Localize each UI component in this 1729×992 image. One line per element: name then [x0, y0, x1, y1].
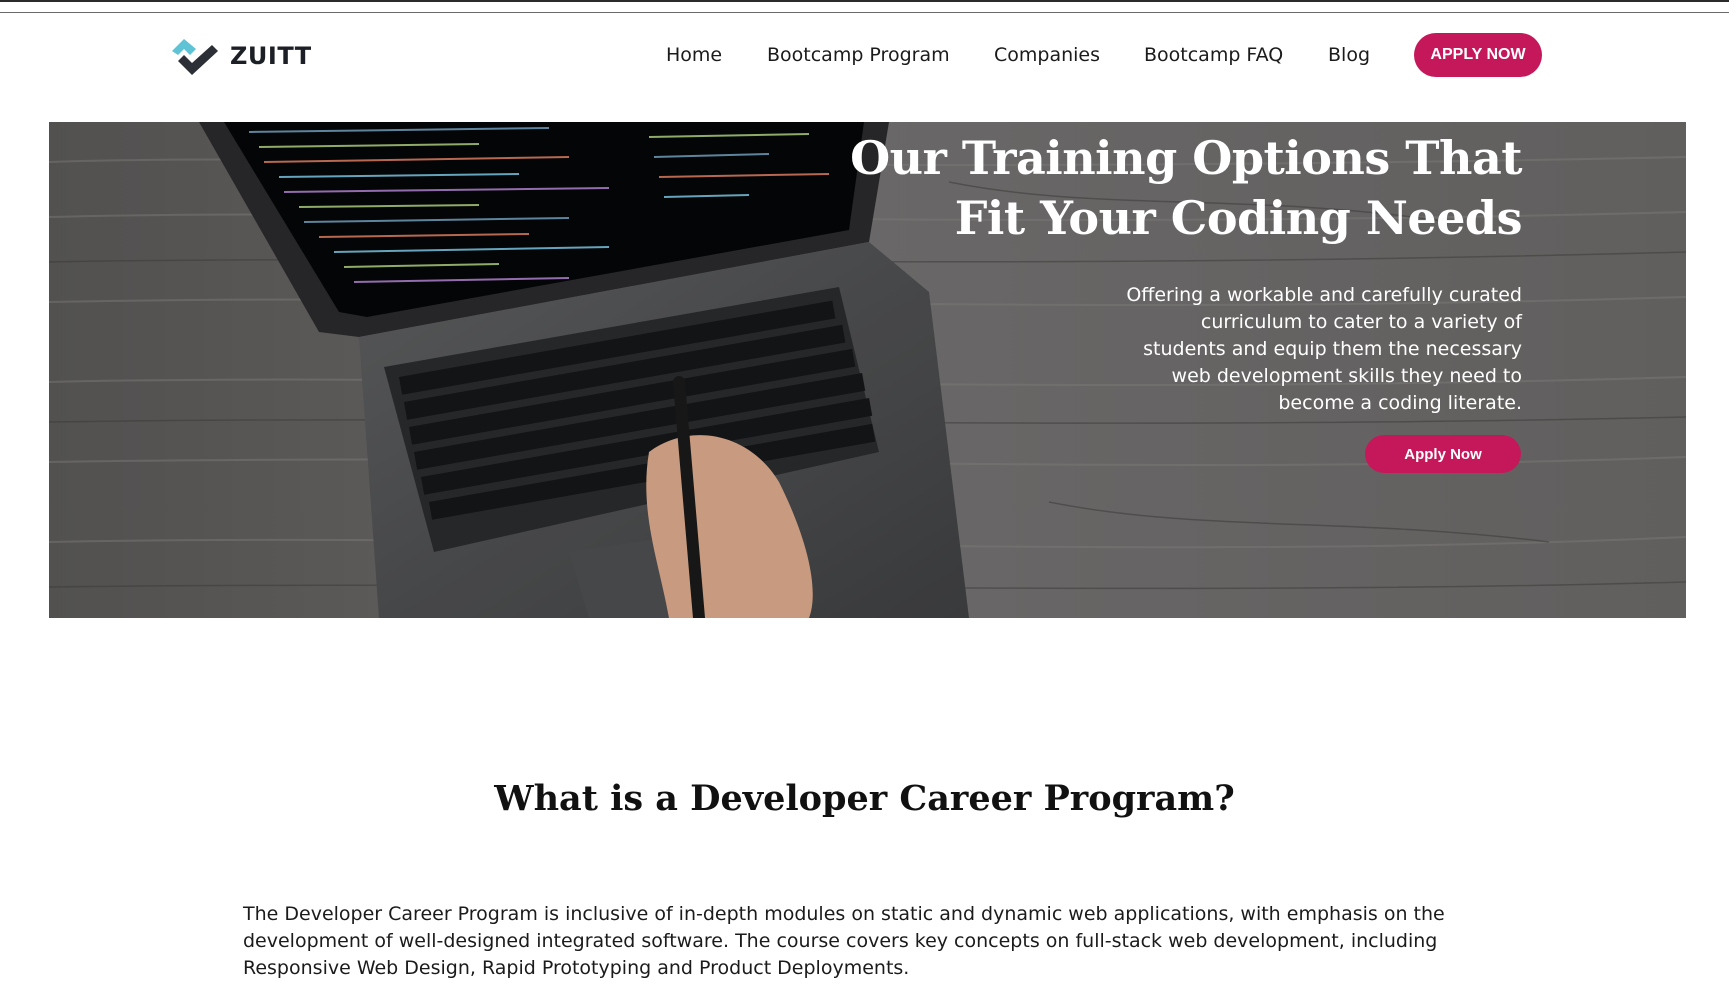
- apply-now-button[interactable]: APPLY NOW: [1414, 33, 1542, 77]
- hero-desc-line-2: curriculum to cater to a variety of: [1200, 311, 1522, 333]
- nav-bootcamp-faq[interactable]: Bootcamp FAQ: [1144, 38, 1283, 72]
- site-header: ZUITT Home Bootcamp Program Companies Bo…: [0, 14, 1729, 110]
- hero-title-line-2: Fit Your Coding Needs: [954, 191, 1523, 245]
- hero-title: Our Training Options That Fit Your Codin…: [802, 128, 1522, 248]
- nav-blog[interactable]: Blog: [1328, 38, 1370, 72]
- nav-companies[interactable]: Companies: [994, 38, 1100, 72]
- hero-description: Offering a workable and carefully curate…: [1102, 282, 1522, 417]
- section-title: What is a Developer Career Program?: [494, 778, 1235, 819]
- section-body: The Developer Career Program is inclusiv…: [243, 901, 1473, 982]
- hero-title-line-1: Our Training Options That: [850, 131, 1522, 185]
- section-body-line-2: development of well-designed integrated …: [243, 930, 1438, 952]
- hero-desc-line-1: Offering a workable and carefully curate…: [1126, 284, 1522, 306]
- nav-bootcamp-program[interactable]: Bootcamp Program: [767, 38, 950, 72]
- hero-desc-line-3: students and equip them the necessary: [1143, 338, 1522, 360]
- main-nav: Home Bootcamp Program Companies Bootcamp…: [0, 14, 1729, 110]
- hero-desc-line-4: web development skills they need to: [1171, 365, 1522, 387]
- section-body-line-3: Responsive Web Design, Rapid Prototyping…: [243, 957, 910, 979]
- top-border: [0, 0, 1729, 13]
- hero-desc-line-5: become a coding literate.: [1278, 392, 1522, 414]
- hero-banner: Our Training Options That Fit Your Codin…: [49, 122, 1686, 618]
- section-body-line-1: The Developer Career Program is inclusiv…: [243, 903, 1445, 925]
- hero-apply-now-button[interactable]: Apply Now: [1365, 435, 1521, 473]
- nav-home[interactable]: Home: [666, 38, 722, 72]
